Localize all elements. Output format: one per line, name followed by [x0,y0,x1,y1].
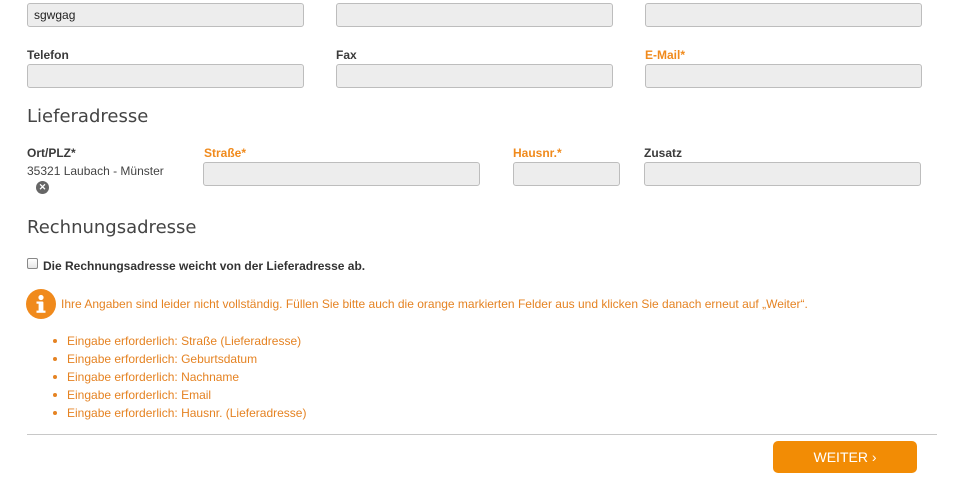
middle-field[interactable] [336,3,613,27]
list-item: Eingabe erforderlich: Geburtsdatum [53,350,306,368]
info-icon [26,289,56,319]
email-label: E-Mail* [645,48,686,62]
different-billing-label[interactable]: Die Rechnungsadresse weicht von der Lief… [43,259,365,273]
telefon-label: Telefon [27,48,69,62]
right-field[interactable] [645,3,922,27]
telefon-field[interactable] [27,64,304,88]
divider [27,434,937,435]
list-item: Eingabe erforderlich: Hausnr. (Lieferadr… [53,404,306,422]
email-field[interactable] [645,64,922,88]
zusatz-label: Zusatz [644,146,683,160]
ort-plz-value: 35321 Laubach - Münster [27,164,164,178]
zusatz-field[interactable] [644,162,921,186]
remove-location-icon[interactable]: ✕ [36,181,49,194]
first-name-field[interactable] [27,3,304,27]
billing-heading: Rechnungsadresse [27,217,197,238]
hausnr-field[interactable] [513,162,620,186]
list-item: Eingabe erforderlich: Email [53,386,306,404]
fax-field[interactable] [336,64,613,88]
ort-plz-label: Ort/PLZ* [27,146,76,160]
incomplete-message: Ihre Angaben sind leider nicht vollständ… [61,297,808,311]
hausnr-label: Hausnr.* [513,146,562,160]
delivery-heading: Lieferadresse [27,106,149,127]
different-billing-checkbox[interactable] [27,258,38,269]
strasse-label: Straße* [204,146,247,160]
list-item: Eingabe erforderlich: Nachname [53,368,306,386]
list-item: Eingabe erforderlich: Straße (Lieferadre… [53,332,306,350]
error-list: Eingabe erforderlich: Straße (Lieferadre… [53,332,306,422]
strasse-field[interactable] [203,162,480,186]
weiter-button[interactable]: WEITER › [773,441,917,473]
fax-label: Fax [336,48,357,62]
